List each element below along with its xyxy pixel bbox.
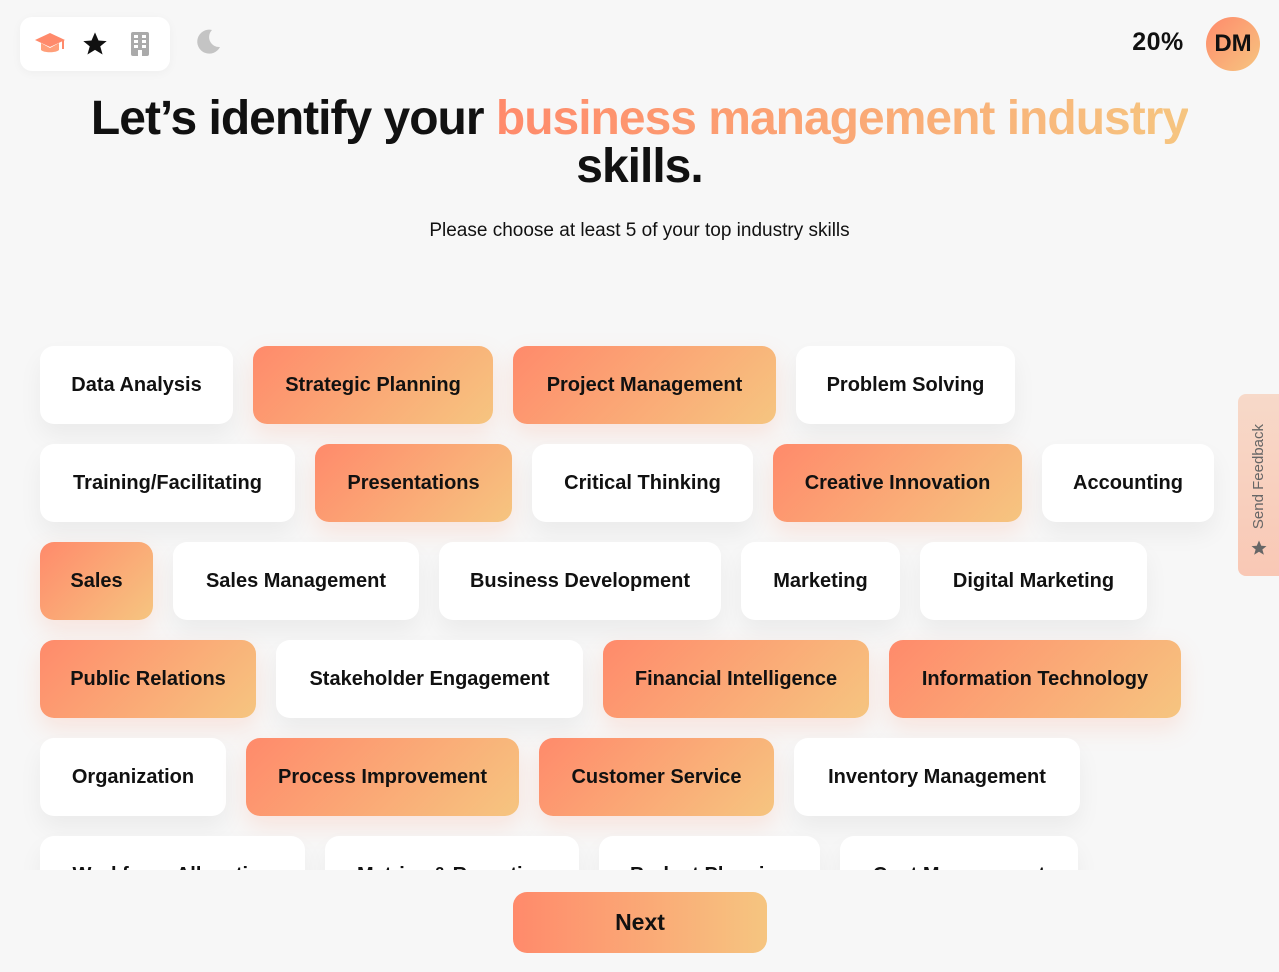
top-bar: 20% DM: [0, 0, 1279, 90]
skill-chip[interactable]: Business Development: [439, 542, 721, 620]
skill-chip[interactable]: Metrics & Reporting: [325, 836, 579, 870]
page-title: Let’s identify your business management …: [0, 95, 1279, 191]
skill-chip[interactable]: Sales: [40, 542, 153, 620]
title-highlight: business management industry: [495, 92, 1189, 145]
send-feedback-label: Send Feedback: [1250, 423, 1267, 529]
skills-grid: Data Analysis Strategic Planning Project…: [0, 330, 1230, 870]
skill-chip[interactable]: Information Technology: [889, 640, 1181, 718]
skill-chip[interactable]: Inventory Management: [794, 738, 1080, 816]
skill-chip[interactable]: Training/Facilitating: [40, 444, 295, 522]
avatar[interactable]: DM: [1206, 17, 1260, 71]
skill-chip[interactable]: Marketing: [741, 542, 900, 620]
graduation-cap-icon[interactable]: [33, 27, 67, 61]
skill-chip[interactable]: Sales Management: [173, 542, 419, 620]
building-icon[interactable]: [123, 27, 157, 61]
skill-chip[interactable]: Organization: [40, 738, 226, 816]
skill-chip[interactable]: Data Analysis: [40, 346, 233, 424]
progress-percentage: 20%: [1132, 28, 1184, 56]
moon-icon[interactable]: [193, 27, 225, 59]
skill-chip[interactable]: Financial Intelligence: [603, 640, 869, 718]
nav-icon-group: [20, 17, 170, 71]
send-feedback-tab[interactable]: Send Feedback: [1238, 394, 1279, 576]
skill-chip[interactable]: Customer Service: [539, 738, 774, 816]
skill-chip[interactable]: Creative Innovation: [773, 444, 1022, 522]
star-icon[interactable]: [78, 27, 112, 61]
skill-chip[interactable]: Budget Planning: [599, 836, 820, 870]
page-subtitle: Please choose at least 5 of your top ind…: [429, 220, 850, 241]
skill-chip[interactable]: Stakeholder Engagement: [276, 640, 583, 718]
star-icon: [1250, 539, 1268, 562]
skill-chip[interactable]: Process Improvement: [246, 738, 519, 816]
title-suffix: skills.: [576, 140, 703, 193]
skill-chip[interactable]: Problem Solving: [796, 346, 1015, 424]
skill-chip[interactable]: Digital Marketing: [920, 542, 1147, 620]
skill-chip[interactable]: Presentations: [315, 444, 512, 522]
skill-chip[interactable]: Strategic Planning: [253, 346, 493, 424]
skill-chip[interactable]: Critical Thinking: [532, 444, 753, 522]
skill-chip[interactable]: Accounting: [1042, 444, 1214, 522]
next-button[interactable]: Next: [513, 892, 767, 953]
skill-chip[interactable]: Public Relations: [40, 640, 256, 718]
skill-chip[interactable]: Cost Management: [840, 836, 1078, 870]
skill-chip[interactable]: Project Management: [513, 346, 776, 424]
title-prefix: Let’s identify your: [90, 92, 496, 145]
skill-chip[interactable]: Workforce Allocation: [40, 836, 305, 870]
